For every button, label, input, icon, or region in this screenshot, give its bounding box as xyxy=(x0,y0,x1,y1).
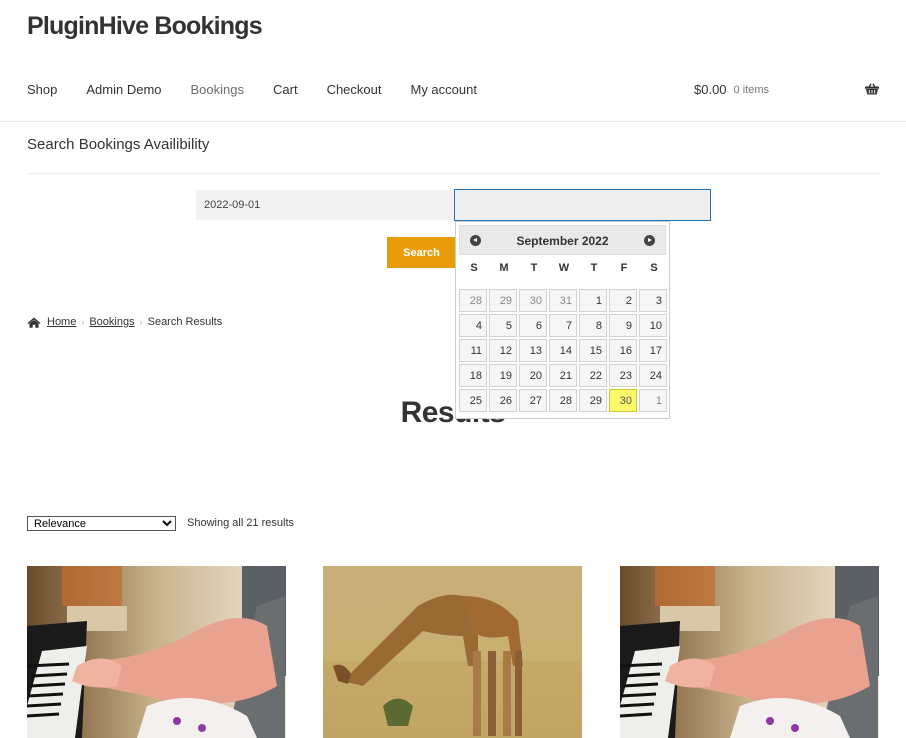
calendar-day-other-month[interactable]: 30 xyxy=(519,289,547,312)
calendar-day[interactable]: 10 xyxy=(639,314,667,337)
product-image-giraffe[interactable] xyxy=(323,566,582,738)
breadcrumb-separator: › xyxy=(139,317,143,327)
calendar-day[interactable]: 21 xyxy=(549,364,577,387)
calendar-day[interactable]: 27 xyxy=(519,389,547,412)
calendar-day[interactable]: 16 xyxy=(609,339,637,362)
calendar-day[interactable]: 1 xyxy=(579,289,607,312)
calendar-day-other-month[interactable]: 29 xyxy=(489,289,517,312)
basket-icon[interactable] xyxy=(865,83,879,95)
calendar-day[interactable]: 7 xyxy=(549,314,577,337)
product-image-piano[interactable] xyxy=(27,566,286,738)
breadcrumb-home[interactable]: Home xyxy=(47,316,76,328)
nav-item-admin-demo[interactable]: Admin Demo xyxy=(86,82,161,97)
weekday-label: M xyxy=(499,262,509,274)
datepicker: September 2022 S M T W T F S 28 29 30 31 1 2 3… xyxy=(455,221,670,419)
datepicker-grid: 28 29 30 31 1 2 3 4 5 6 7 8 9 10 11 12 13 14 15 16 17 18 19 20 2… xyxy=(459,289,667,412)
end-date-input[interactable] xyxy=(454,189,711,221)
header-divider xyxy=(0,121,906,122)
search-section-title: Search Bookings Availibility xyxy=(27,136,210,153)
datepicker-header: September 2022 xyxy=(459,225,666,255)
calendar-day[interactable]: 22 xyxy=(579,364,607,387)
calendar-day[interactable]: 24 xyxy=(639,364,667,387)
calendar-day[interactable]: 23 xyxy=(609,364,637,387)
breadcrumb-separator: › xyxy=(81,317,85,327)
calendar-day[interactable]: 12 xyxy=(489,339,517,362)
weekday-label: F xyxy=(620,262,628,274)
calendar-day-other-month[interactable]: 28 xyxy=(459,289,487,312)
nav-item-shop[interactable]: Shop xyxy=(27,82,57,97)
site-title[interactable]: PluginHive Bookings xyxy=(27,12,263,41)
sort-select[interactable]: Relevance xyxy=(27,516,176,531)
weekday-label: S xyxy=(470,262,478,274)
breadcrumb-bookings[interactable]: Bookings xyxy=(89,316,134,328)
result-count: Showing all 21 results xyxy=(187,517,295,529)
search-button[interactable]: Search xyxy=(387,237,456,268)
calendar-day-other-month[interactable]: 1 xyxy=(639,389,667,412)
cart-amount: $0.00 xyxy=(694,82,727,97)
nav-item-cart[interactable]: Cart xyxy=(273,82,298,97)
calendar-day[interactable]: 20 xyxy=(519,364,547,387)
calendar-day[interactable]: 4 xyxy=(459,314,487,337)
calendar-day[interactable]: 29 xyxy=(579,389,607,412)
calendar-day[interactable]: 3 xyxy=(639,289,667,312)
calendar-day[interactable]: 28 xyxy=(549,389,577,412)
start-date-input[interactable] xyxy=(196,190,454,220)
calendar-day[interactable]: 18 xyxy=(459,364,487,387)
cart-summary[interactable]: $0.00 0 items xyxy=(694,82,769,97)
breadcrumb: Home › Bookings › Search Results xyxy=(27,316,222,328)
product-image-piano[interactable] xyxy=(620,566,879,738)
home-icon xyxy=(27,317,41,328)
calendar-day-today[interactable]: 30 xyxy=(609,389,637,412)
weekday-label: T xyxy=(530,262,538,274)
calendar-day-other-month[interactable]: 31 xyxy=(549,289,577,312)
calendar-day[interactable]: 19 xyxy=(489,364,517,387)
results-heading: Results xyxy=(400,396,506,429)
nav-item-bookings[interactable]: Bookings xyxy=(191,82,244,97)
datepicker-month-label: September 2022 xyxy=(516,234,609,248)
section-divider xyxy=(27,173,879,174)
calendar-day[interactable]: 14 xyxy=(549,339,577,362)
weekday-label: T xyxy=(590,262,598,274)
nav-item-my-account[interactable]: My account xyxy=(410,82,476,97)
calendar-day[interactable]: 26 xyxy=(489,389,517,412)
weekday-header: S M T W T F S xyxy=(459,262,669,274)
calendar-day[interactable]: 2 xyxy=(609,289,637,312)
calendar-day[interactable]: 8 xyxy=(579,314,607,337)
calendar-day[interactable]: 25 xyxy=(459,389,487,412)
weekday-label: W xyxy=(558,262,570,274)
calendar-day[interactable]: 13 xyxy=(519,339,547,362)
calendar-day[interactable]: 9 xyxy=(609,314,637,337)
calendar-day[interactable]: 17 xyxy=(639,339,667,362)
primary-nav: Shop Admin Demo Bookings Cart Checkout M… xyxy=(27,82,506,97)
calendar-day[interactable]: 5 xyxy=(489,314,517,337)
cart-count: 0 items xyxy=(733,83,770,96)
weekday-label: S xyxy=(650,262,658,274)
nav-item-checkout[interactable]: Checkout xyxy=(327,82,382,97)
calendar-day[interactable]: 11 xyxy=(459,339,487,362)
calendar-day[interactable]: 15 xyxy=(579,339,607,362)
breadcrumb-current: Search Results xyxy=(147,316,223,328)
circle-triangle-right-icon[interactable] xyxy=(644,235,655,246)
calendar-day[interactable]: 6 xyxy=(519,314,547,337)
